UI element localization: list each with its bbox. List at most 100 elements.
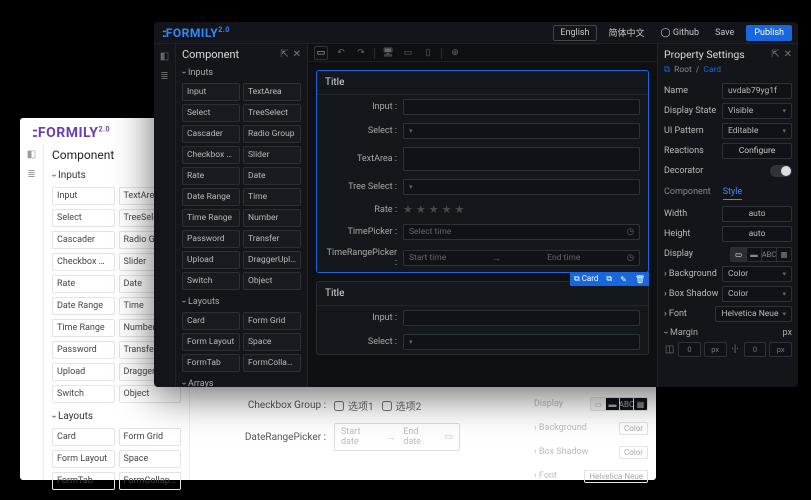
- component-chip[interactable]: Switch: [52, 385, 115, 403]
- component-chip[interactable]: Space: [243, 333, 301, 351]
- selection-action-icon[interactable]: ⧉: [602, 272, 616, 286]
- component-chip[interactable]: Card: [182, 312, 240, 330]
- pin-icon[interactable]: ⇱: [280, 49, 288, 60]
- prop-button[interactable]: Configure: [722, 143, 792, 159]
- component-chip[interactable]: FormCollapse: [119, 472, 182, 490]
- prop-input[interactable]: auto: [722, 226, 792, 242]
- component-chip[interactable]: Slider: [243, 146, 301, 164]
- group-header[interactable]: Inputs: [182, 67, 301, 78]
- prop-value[interactable]: Color: [619, 422, 648, 435]
- checkbox-option-2[interactable]: 选项2: [382, 398, 422, 413]
- component-chip[interactable]: Checkbox Group: [52, 253, 115, 271]
- component-chip[interactable]: Object: [119, 385, 182, 403]
- component-chip[interactable]: Card: [52, 428, 115, 446]
- component-chip[interactable]: FormCollapse: [243, 354, 301, 372]
- tab-component[interactable]: Component: [664, 187, 711, 200]
- rail-components-icon[interactable]: ◧: [159, 50, 171, 62]
- timerange-input[interactable]: Start time→End time◷: [403, 250, 640, 266]
- group-header[interactable]: Layouts: [52, 411, 181, 422]
- prop-value[interactable]: Color: [722, 266, 792, 282]
- checkbox-option-1[interactable]: 选项1: [334, 398, 374, 413]
- zoom-icon[interactable]: ⊕: [448, 46, 462, 60]
- margin-link-icon[interactable]: ◫: [664, 342, 675, 356]
- device-desktop-icon[interactable]: 🖥: [381, 46, 395, 60]
- component-chip[interactable]: Password: [182, 230, 240, 248]
- prop-value[interactable]: Color: [722, 286, 792, 302]
- component-chip[interactable]: Time: [243, 188, 301, 206]
- github-link[interactable]: ◯ Github: [657, 26, 704, 40]
- component-chip[interactable]: Select: [52, 209, 115, 227]
- prop-value[interactable]: Helvetica Neue: [715, 306, 792, 322]
- time-input[interactable]: Select time◷: [403, 224, 640, 240]
- display-segmented[interactable]: ▭▬ABC▦: [730, 247, 792, 262]
- selection-action-icon[interactable]: ✎: [616, 272, 631, 286]
- group-header[interactable]: Arrays: [182, 378, 301, 387]
- tab-style[interactable]: Style: [723, 187, 743, 200]
- lang-zh-button[interactable]: 简体中文: [605, 24, 649, 41]
- select-input[interactable]: [403, 334, 640, 350]
- component-chip[interactable]: TextArea: [243, 83, 301, 101]
- component-chip[interactable]: Form Grid: [243, 312, 301, 330]
- lang-english-button[interactable]: English: [553, 25, 596, 41]
- component-chip[interactable]: Input: [182, 83, 240, 101]
- component-chip[interactable]: Date Range: [52, 297, 115, 315]
- component-chip[interactable]: Object: [243, 272, 301, 290]
- component-chip[interactable]: Rate: [52, 275, 115, 293]
- component-chip[interactable]: Select: [182, 104, 240, 122]
- component-chip[interactable]: Time Range: [52, 319, 115, 337]
- component-chip[interactable]: Date: [243, 167, 301, 185]
- component-chip[interactable]: DraggerUpload: [243, 251, 301, 269]
- select-input[interactable]: [403, 179, 640, 195]
- group-header[interactable]: Layouts: [182, 296, 301, 307]
- close-icon[interactable]: ✕: [293, 49, 301, 60]
- selection-action-icon[interactable]: 🗑: [631, 272, 649, 286]
- component-chip[interactable]: Date Range: [182, 188, 240, 206]
- component-chip[interactable]: Input: [52, 187, 115, 205]
- margin-inputs[interactable]: ◫ 0 px ·|· 0 px: [664, 342, 792, 357]
- margin-header[interactable]: Margin px: [664, 327, 792, 338]
- component-chip[interactable]: TreeSelect: [243, 104, 301, 122]
- breadcrumb[interactable]: ⧉ Root / Card: [664, 65, 792, 75]
- rail-components-icon[interactable]: ◧: [20, 144, 43, 164]
- tool-redo-icon[interactable]: ↷: [354, 46, 368, 60]
- display-option[interactable]: ABC: [761, 248, 776, 261]
- daterange-input[interactable]: Start date→End date ▭: [334, 423, 460, 451]
- display-option[interactable]: ▦: [776, 248, 791, 261]
- tool-cursor-icon[interactable]: ▭: [314, 46, 328, 60]
- tool-undo-icon[interactable]: ↶: [334, 46, 348, 60]
- display-segmented[interactable]: ▭▬ABC▦: [590, 397, 648, 411]
- component-chip[interactable]: Checkbox Group: [182, 146, 240, 164]
- prop-accordion-row[interactable]: › FontHelvetica Neue: [664, 304, 792, 324]
- component-chip[interactable]: Cascader: [182, 125, 240, 143]
- prop-select[interactable]: Visible: [722, 103, 792, 119]
- component-chip[interactable]: Form Grid: [119, 428, 182, 446]
- prop-select[interactable]: Editable: [722, 123, 792, 139]
- margin-right-input[interactable]: 0: [744, 342, 767, 357]
- component-chip[interactable]: Upload: [182, 251, 240, 269]
- canvas-card[interactable]: TitleInput :Select :: [316, 281, 649, 355]
- prop-input[interactable]: auto: [722, 206, 792, 222]
- component-chip[interactable]: Rate: [182, 167, 240, 185]
- component-chip[interactable]: Space: [119, 450, 182, 468]
- component-chip[interactable]: FormTab: [182, 354, 240, 372]
- component-chip[interactable]: Upload: [52, 363, 115, 381]
- prop-accordion-row[interactable]: › Box ShadowColor: [664, 284, 792, 304]
- prop-value[interactable]: Color: [619, 446, 648, 459]
- component-chip[interactable]: Form Layout: [182, 333, 240, 351]
- component-chip[interactable]: Radio Group: [243, 125, 301, 143]
- pin-icon[interactable]: ⇱: [771, 49, 779, 60]
- component-chip[interactable]: Password: [52, 341, 115, 359]
- prop-value[interactable]: Helvetica Neue: [584, 470, 648, 483]
- component-chip[interactable]: Form Layout: [52, 450, 115, 468]
- component-chip[interactable]: Switch: [182, 272, 240, 290]
- textarea-input[interactable]: [403, 147, 640, 171]
- component-chip[interactable]: Number: [243, 209, 301, 227]
- rate-input[interactable]: ★★★★★: [403, 203, 464, 216]
- display-option[interactable]: ▬: [746, 248, 761, 261]
- prop-input[interactable]: uvdab79yg1f: [722, 83, 792, 99]
- select-input[interactable]: [403, 123, 640, 139]
- canvas-card[interactable]: TitleInput :Select :TextArea :Tree Selec…: [316, 70, 649, 273]
- device-mobile-icon[interactable]: ▯: [421, 46, 435, 60]
- publish-button[interactable]: Publish: [746, 25, 792, 41]
- margin-top-input[interactable]: 0: [678, 342, 701, 357]
